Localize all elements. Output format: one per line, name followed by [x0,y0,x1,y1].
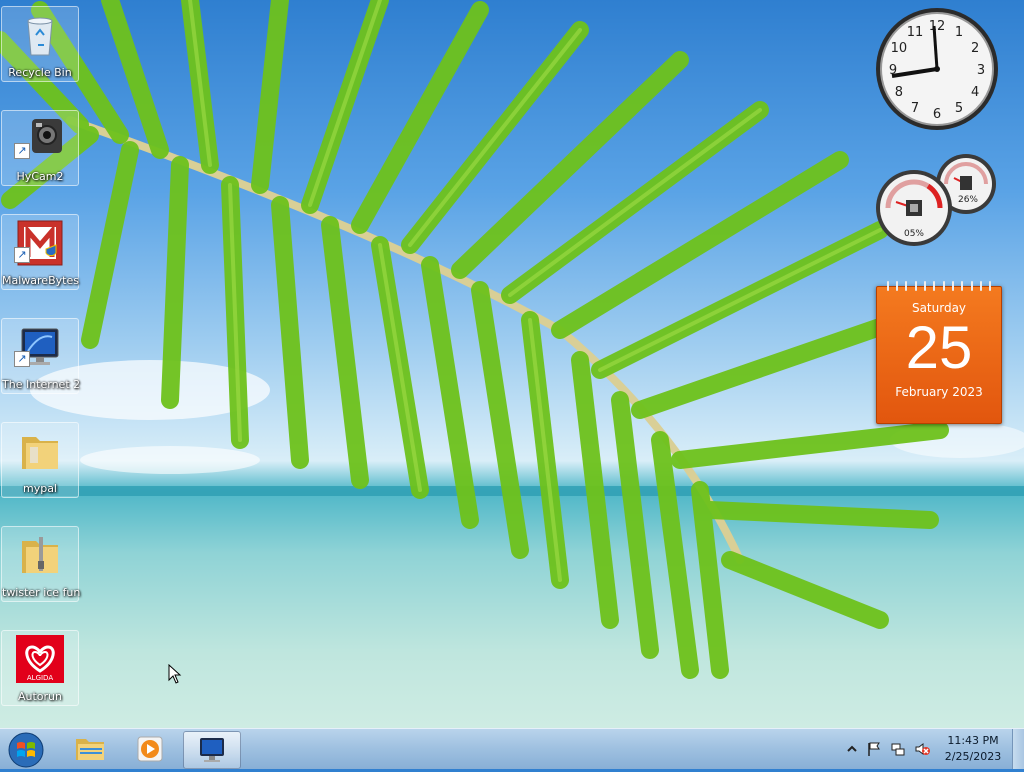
taskbar-media-player-button[interactable] [122,731,178,767]
show-desktop-button[interactable] [1012,729,1024,769]
chevron-up-icon[interactable] [844,741,860,757]
taskbar-time: 11:43 PM [947,734,999,747]
desktop-icon-label: HyCam2 [16,170,64,183]
clock-numeral: 3 [977,63,985,78]
desktop-wallpaper [0,0,1024,679]
taskbar: 11:43 PM 2/25/2023 [0,728,1024,769]
desktop-icon-label: mypal [22,482,57,495]
algida-icon: ALGIDA [16,635,64,683]
taskbar-clock[interactable]: 11:43 PM 2/25/2023 [940,733,1006,765]
zip-folder-icon [22,537,58,573]
monitor-icon [200,738,224,762]
desktop-icon-label: Recycle Bin [8,66,72,79]
desktop-icon-malwarebytes[interactable]: ↗ MalwareBytes [1,214,79,290]
volume-muted-icon[interactable] [914,741,930,757]
windows-start-icon[interactable] [6,731,46,769]
memory-percent: 26% [958,195,978,205]
clock-numeral: 7 [911,101,919,116]
explorer-icon [76,739,104,760]
clock-numeral: 2 [971,41,979,56]
desktop-icon-label: Autorun [17,690,62,703]
clock-numeral: 6 [933,107,941,122]
desktop-icon-mypal[interactable]: mypal [1,422,79,498]
desktop-icon-the-internet-2[interactable]: ↗ The Internet 2 [1,318,81,394]
memory-icon [960,176,972,190]
svg-text:ALGIDA: ALGIDA [27,674,53,682]
flag-icon[interactable] [866,741,882,757]
clock-gadget[interactable]: 12 1234567891011 [874,6,1000,132]
clock-numeral: 5 [955,101,963,116]
mouse-cursor-icon [168,664,182,684]
media-player-icon [137,736,163,762]
calendar-month-year: February 2023 [895,385,983,399]
taskbar-explorer-button[interactable] [62,731,118,767]
taskbar-date: 2/25/2023 [944,750,1002,763]
recycle-bin-icon [27,17,53,56]
clock-numeral: 11 [907,25,924,40]
clock-numeral: 12 [929,19,946,34]
desktop-icon-label: twister ice fun [2,586,81,599]
clock-numeral: 10 [891,41,908,56]
calendar-rings [877,281,1001,291]
calendar-day: 25 [905,314,973,381]
folder-icon [22,437,58,469]
desktop-icon-hycam2[interactable]: ↗ HyCam2 [1,110,79,186]
clock-numeral: 8 [895,85,903,100]
desktop-icon-recycle-bin[interactable]: Recycle Bin [1,6,79,82]
shortcut-arrow-icon: ↗ [14,143,30,159]
desktop-icon-autorun[interactable]: ALGIDA Autorun [1,630,79,706]
desktop-icon-label: MalwareBytes [2,274,79,287]
taskbar-internet-button[interactable] [183,731,241,769]
shortcut-arrow-icon: ↗ [14,351,30,367]
calendar-weekday: Saturday [911,301,967,315]
desktop-icon-twister-ice-fun[interactable]: twister ice fun [1,526,81,602]
desktop-icon-label: The Internet 2 [2,378,81,391]
clock-numeral: 1 [955,25,963,40]
cpu-percent: 05% [904,229,924,239]
clock-numeral: 4 [971,85,979,100]
cpu-meter-gadget[interactable]: 26% 05% [874,152,1000,248]
calendar-gadget[interactable]: Saturday 25 February 2023 [876,281,1002,424]
shortcut-arrow-icon: ↗ [14,247,30,263]
network-icon[interactable] [890,741,906,757]
